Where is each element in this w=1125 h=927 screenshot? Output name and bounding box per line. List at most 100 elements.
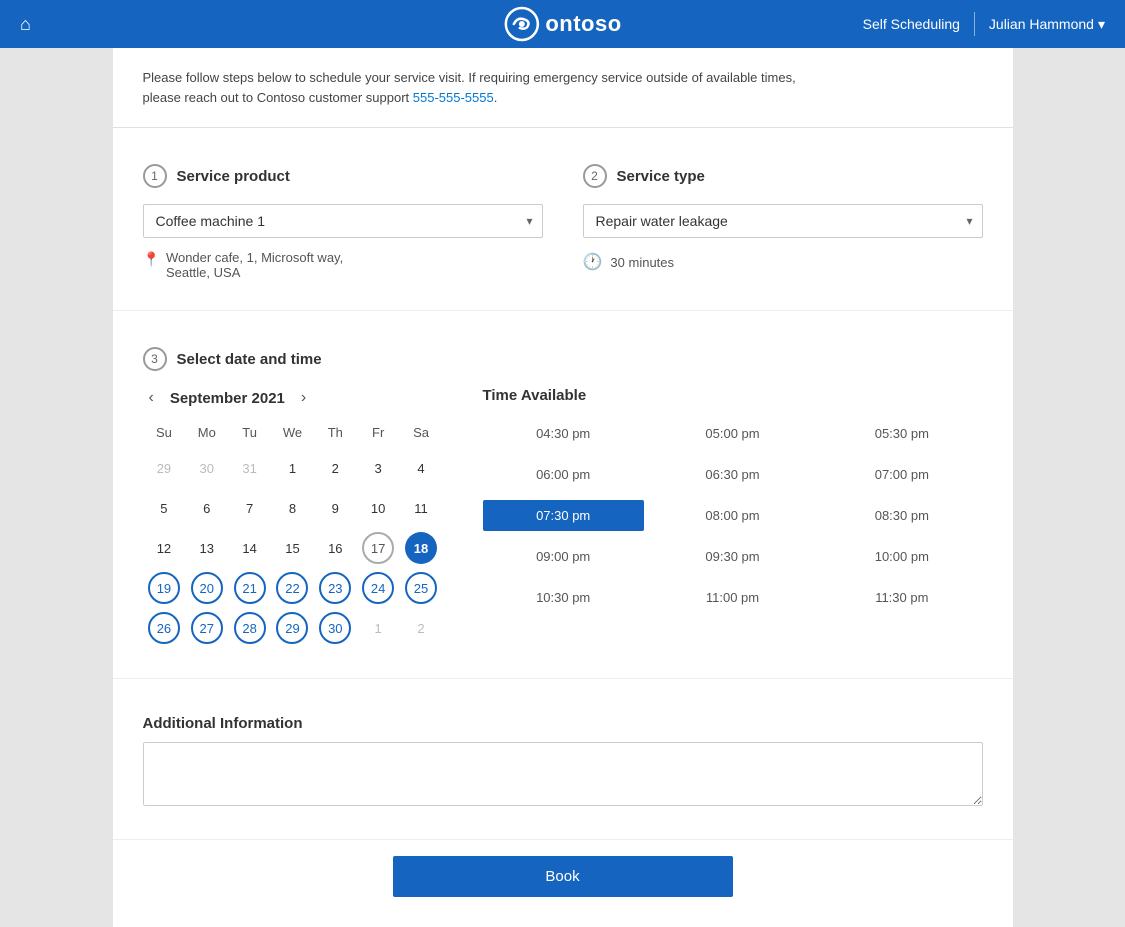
time-slot[interactable]: 09:00 pm xyxy=(483,541,644,572)
calendar-cell: 7 xyxy=(228,488,271,528)
user-name: Julian Hammond xyxy=(989,16,1094,32)
clock-icon: 🕐 xyxy=(583,252,603,272)
calendar-day[interactable]: 22 xyxy=(276,572,308,604)
calendar-dow-header: Su xyxy=(143,421,186,448)
home-icon[interactable]: ⌂ xyxy=(20,14,31,35)
calendar-cell: 23 xyxy=(314,568,357,608)
calendar-dow-header: Sa xyxy=(400,421,443,448)
book-button[interactable]: Book xyxy=(393,856,733,897)
time-slot[interactable]: 05:00 pm xyxy=(652,418,813,449)
calendar-cell: 17 xyxy=(357,528,400,568)
location-info: 📍 Wonder cafe, 1, Microsoft way, Seattle… xyxy=(143,250,543,280)
calendar-dow-header: Tu xyxy=(228,421,271,448)
calendar-day[interactable]: 18 xyxy=(405,532,437,564)
type-select[interactable]: Repair water leakage xyxy=(583,204,983,238)
time-slot[interactable]: 07:30 pm xyxy=(483,500,644,531)
additional-textarea[interactable] xyxy=(143,742,983,806)
info-banner: Please follow steps below to schedule yo… xyxy=(113,48,1013,128)
calendar-cell: 12 xyxy=(143,528,186,568)
calendar-day[interactable]: 2 xyxy=(319,452,351,484)
time-slot[interactable]: 10:30 pm xyxy=(483,582,644,613)
calendar-day[interactable]: 19 xyxy=(148,572,180,604)
calendar-day: 2 xyxy=(405,612,437,644)
self-scheduling-label: Self Scheduling xyxy=(863,16,960,32)
calendar-day[interactable]: 24 xyxy=(362,572,394,604)
calendar-week-row: 2930311234 xyxy=(143,448,443,488)
calendar-day[interactable]: 1 xyxy=(276,452,308,484)
info-text: Please follow steps below to schedule yo… xyxy=(143,68,983,107)
calendar: ‹ September 2021 › SuMoTuWeThFrSa 293031… xyxy=(143,387,443,648)
step2-title: Service type xyxy=(617,168,705,185)
duration-info: 🕐 30 minutes xyxy=(583,252,983,272)
calendar-dow-header: Fr xyxy=(357,421,400,448)
time-slot[interactable]: 06:30 pm xyxy=(652,459,813,490)
calendar-day[interactable]: 8 xyxy=(276,492,308,524)
time-slot[interactable]: 07:00 pm xyxy=(821,459,982,490)
time-grid: 04:30 pm 05:00 pm 05:30 pm 06:00 pm 06:30 pm… xyxy=(483,418,983,613)
calendar-body: 2930311234567891011121314151617181920212… xyxy=(143,448,443,648)
type-select-wrapper: Repair water leakage ▾ xyxy=(583,204,983,238)
calendar-day[interactable]: 9 xyxy=(319,492,351,524)
additional-label: Additional Information xyxy=(143,715,983,732)
calendar-week-row: 19 20 21 22 23 24 25 xyxy=(143,568,443,608)
prev-month-button[interactable]: ‹ xyxy=(143,387,160,409)
duration-text: 30 minutes xyxy=(610,255,674,270)
calendar-day[interactable]: 30 xyxy=(319,612,351,644)
calendar-day[interactable]: 15 xyxy=(276,532,308,564)
calendar-day[interactable]: 11 xyxy=(405,492,437,524)
calendar-day[interactable]: 23 xyxy=(319,572,351,604)
time-slot[interactable]: 08:30 pm xyxy=(821,500,982,531)
calendar-cell: 27 xyxy=(185,608,228,648)
time-slot[interactable]: 06:00 pm xyxy=(483,459,644,490)
location-pin-icon: 📍 xyxy=(143,251,160,268)
calendar-day[interactable]: 14 xyxy=(234,532,266,564)
calendar-day[interactable]: 29 xyxy=(276,612,308,644)
product-select[interactable]: Coffee machine 1 xyxy=(143,204,543,238)
calendar-day[interactable]: 16 xyxy=(319,532,351,564)
calendar-cell: 13 xyxy=(185,528,228,568)
header-divider xyxy=(974,12,975,36)
time-slot[interactable]: 08:00 pm xyxy=(652,500,813,531)
user-menu[interactable]: Julian Hammond ▾ xyxy=(989,16,1105,33)
support-phone-link[interactable]: 555-555-5555 xyxy=(413,90,494,105)
calendar-day[interactable]: 27 xyxy=(191,612,223,644)
time-slot[interactable]: 05:30 pm xyxy=(821,418,982,449)
time-slot[interactable]: 10:00 pm xyxy=(821,541,982,572)
calendar-cell: 2 xyxy=(400,608,443,648)
product-select-wrapper: Coffee machine 1 ▾ xyxy=(143,204,543,238)
calendar-day[interactable]: 25 xyxy=(405,572,437,604)
calendar-cell: 5 xyxy=(143,488,186,528)
time-slot[interactable]: 11:00 pm xyxy=(652,582,813,613)
calendar-day[interactable]: 21 xyxy=(234,572,266,604)
step2-type: 2 Service type Repair water leakage ▾ 🕐 … xyxy=(583,164,983,280)
calendar-day[interactable]: 4 xyxy=(405,452,437,484)
time-available-header: Time Available xyxy=(483,387,983,404)
location-line2: Seattle, USA xyxy=(166,265,343,280)
calendar-week-row: 12 13 14 15 16 17 18 xyxy=(143,528,443,568)
calendar-day[interactable]: 28 xyxy=(234,612,266,644)
calendar-cell: 6 xyxy=(185,488,228,528)
next-month-button[interactable]: › xyxy=(295,387,312,409)
calendar-cell: 9 xyxy=(314,488,357,528)
step1-title: Service product xyxy=(177,168,290,185)
step2-number: 2 xyxy=(583,164,607,188)
calendar-day[interactable]: 5 xyxy=(148,492,180,524)
time-slot[interactable]: 11:30 pm xyxy=(821,582,982,613)
calendar-day[interactable]: 26 xyxy=(148,612,180,644)
calendar-day[interactable]: 17 xyxy=(362,532,394,564)
calendar-grid: SuMoTuWeThFrSa 2930311234567891011121314… xyxy=(143,421,443,648)
calendar-day[interactable]: 6 xyxy=(191,492,223,524)
calendar-day[interactable]: 13 xyxy=(191,532,223,564)
calendar-time-row: ‹ September 2021 › SuMoTuWeThFrSa 293031… xyxy=(143,387,983,648)
calendar-day[interactable]: 20 xyxy=(191,572,223,604)
header: ⌂ ontoso Self Scheduling Julian Hammond … xyxy=(0,0,1125,48)
calendar-cell: 16 xyxy=(314,528,357,568)
calendar-day[interactable]: 10 xyxy=(362,492,394,524)
calendar-day[interactable]: 12 xyxy=(148,532,180,564)
step3-number: 3 xyxy=(143,347,167,371)
time-slot[interactable]: 09:30 pm xyxy=(652,541,813,572)
calendar-day[interactable]: 3 xyxy=(362,452,394,484)
calendar-day[interactable]: 7 xyxy=(234,492,266,524)
time-slot[interactable]: 04:30 pm xyxy=(483,418,644,449)
calendar-cell: 14 xyxy=(228,528,271,568)
